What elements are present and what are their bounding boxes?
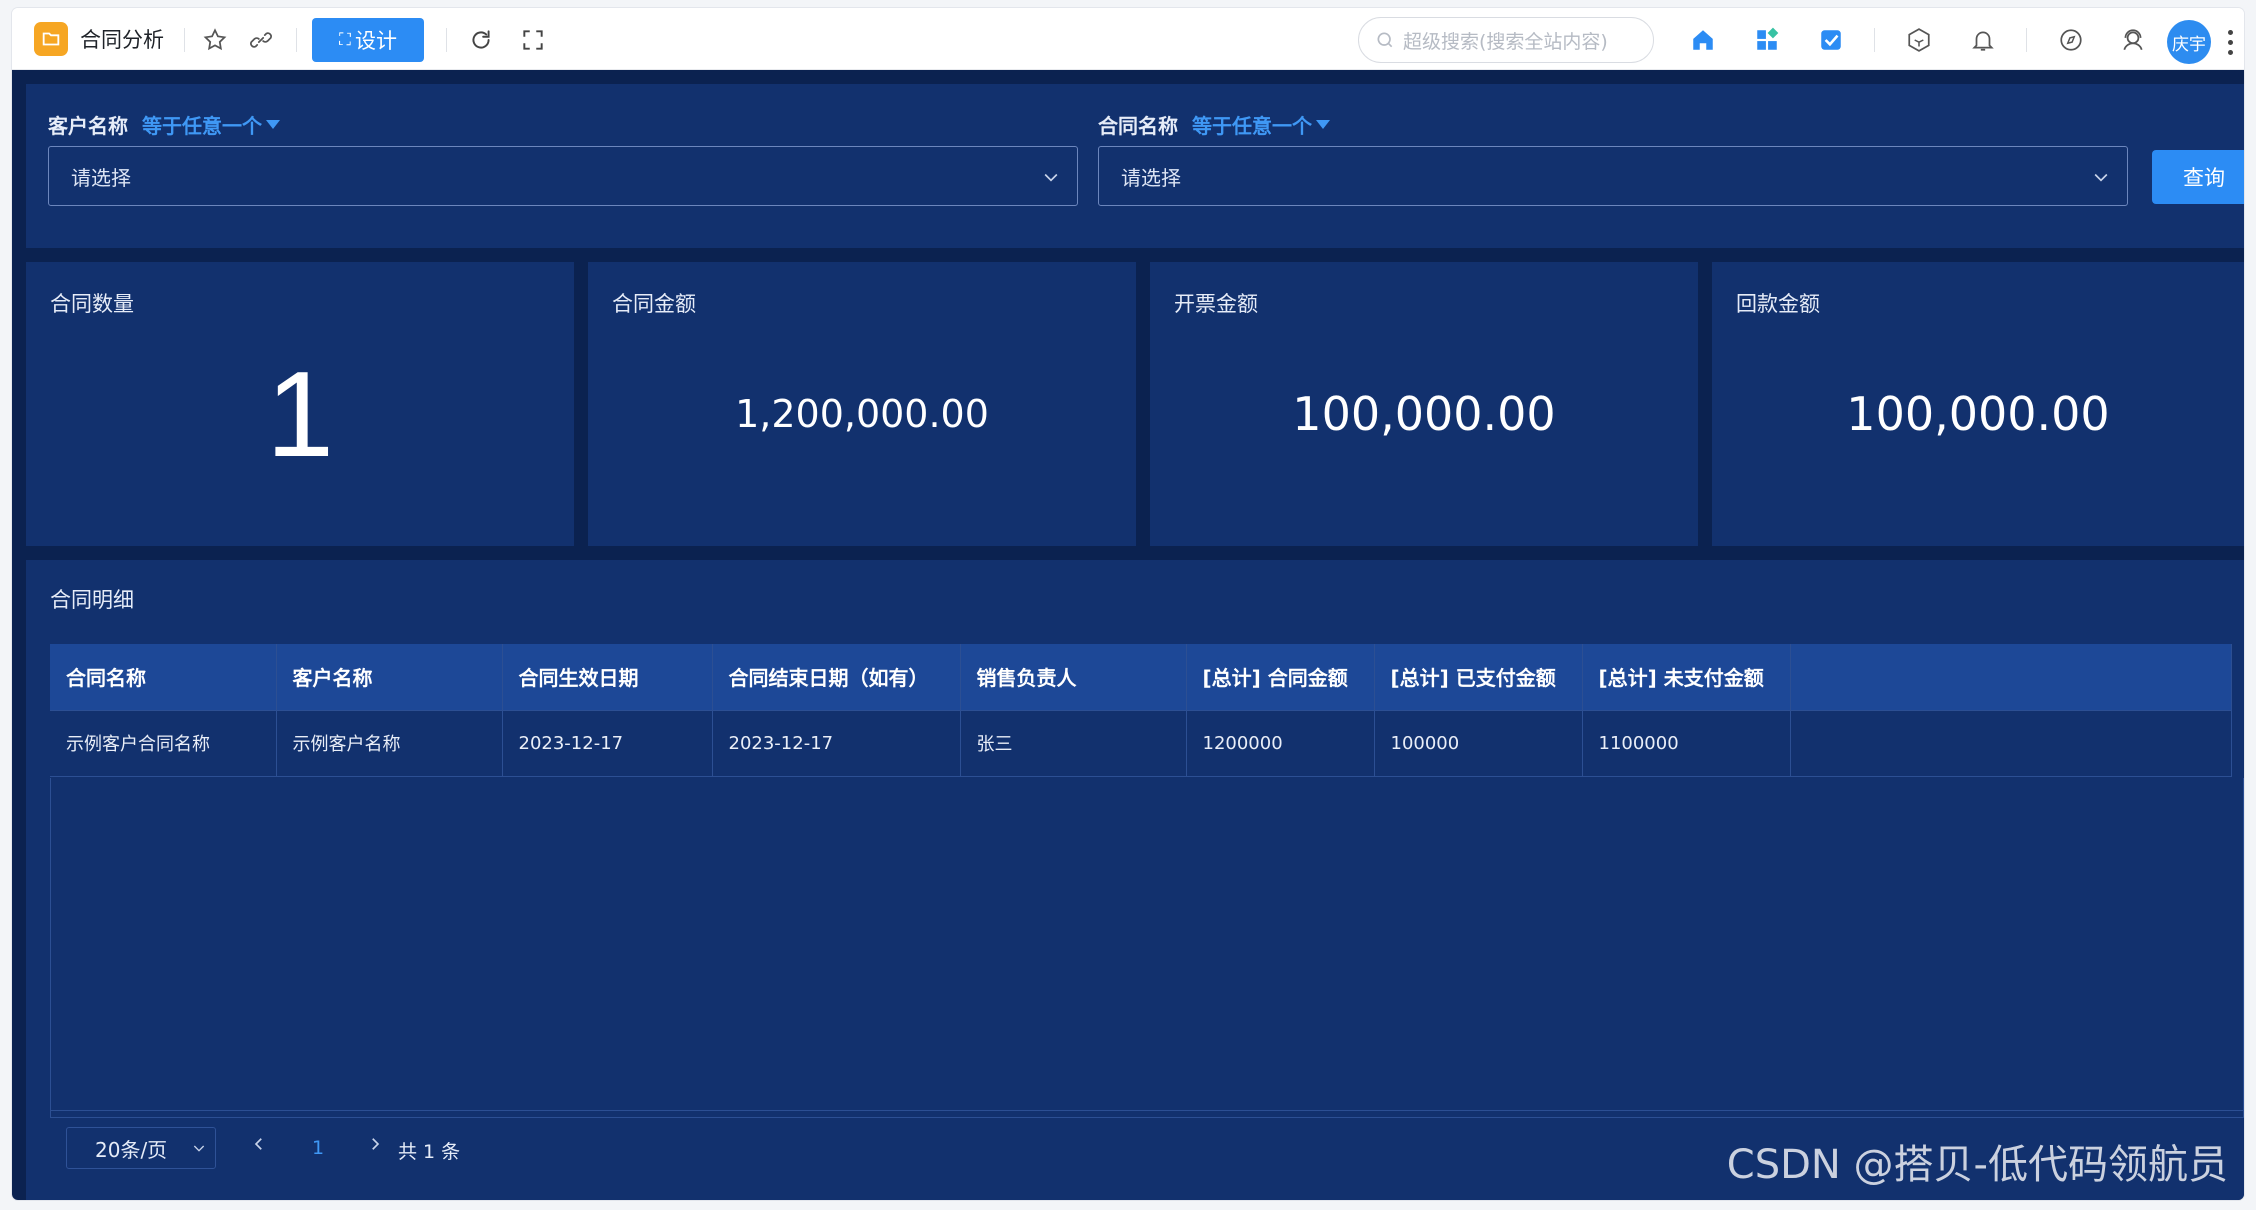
customer-select[interactable]: 请选择 — [48, 146, 1078, 206]
star-icon[interactable] — [198, 23, 232, 57]
table-header-row: 合同名称 客户名称 合同生效日期 合同结束日期（如有） 销售负责人 [总计] 合… — [50, 644, 2232, 710]
prev-page-icon[interactable] — [250, 1135, 268, 1153]
apps-grid-icon[interactable] — [1750, 23, 1784, 57]
user-avatar[interactable]: 庆宇 — [2167, 20, 2211, 64]
support-agent-icon[interactable] — [2116, 23, 2150, 57]
more-menu-icon[interactable] — [2222, 24, 2238, 60]
kpi-invoice-amount: 开票金额 100,000.00 — [1150, 262, 1698, 546]
chevron-down-icon — [193, 1145, 205, 1152]
column-header — [1790, 644, 2232, 710]
column-header[interactable]: [总计] 合同金额 — [1186, 644, 1375, 710]
filter-mode-label: 等于任意一个 — [142, 114, 262, 138]
kpi-contract-amount: 合同金额 1,200,000.00 — [588, 262, 1136, 546]
kpi-value: 1,200,000.00 — [735, 392, 989, 436]
app-folder-icon[interactable] — [34, 22, 68, 56]
watermark: CSDN @搭贝-低代码领航员 — [1726, 1142, 2228, 1188]
chevron-down-icon — [2094, 173, 2108, 182]
table-cell: 示例客户合同名称 — [50, 709, 277, 777]
filter-customer-label: 客户名称 — [48, 114, 128, 138]
home-icon[interactable] — [1686, 23, 1720, 57]
table-cell: 2023-12-17 — [712, 709, 961, 777]
bell-icon[interactable] — [1966, 23, 2000, 57]
table-cell: 1100000 — [1582, 709, 1791, 777]
column-header[interactable]: 合同生效日期 — [502, 644, 713, 710]
filter-customer-mode[interactable]: 等于任意一个 — [142, 110, 280, 139]
next-page-icon[interactable] — [366, 1135, 384, 1153]
column-header[interactable]: 销售负责人 — [960, 644, 1187, 710]
fullscreen-icon[interactable] — [516, 23, 550, 57]
design-button[interactable]: ⛶ 设计 — [312, 18, 424, 62]
page-size-select[interactable]: 20条/页 — [66, 1127, 216, 1169]
refresh-icon[interactable] — [464, 23, 498, 57]
column-header[interactable]: 合同结束日期（如有） — [712, 644, 961, 710]
contract-select-placeholder: 请选择 — [1121, 165, 1181, 190]
todo-check-icon[interactable] — [1814, 23, 1848, 57]
table-cell: 1200000 — [1186, 709, 1375, 777]
search-icon — [1377, 32, 1393, 48]
total-count: 共 1 条 — [398, 1141, 461, 1163]
kpi-value: 100,000.00 — [1846, 387, 2110, 441]
page-size-label: 20条/页 — [95, 1137, 168, 1162]
table-cell: 2023-12-17 — [502, 709, 713, 777]
caret-down-icon — [1316, 120, 1330, 129]
app-window: 合同分析 ⛶ 设计 超级搜索(搜索全站内容) 庆宇 客户名称 等于任意一个 请选… — [12, 8, 2244, 1200]
link-icon[interactable] — [244, 23, 278, 57]
query-button[interactable]: 查询 — [2152, 150, 2244, 204]
column-header[interactable]: 合同名称 — [50, 644, 277, 710]
filter-mode-label: 等于任意一个 — [1192, 114, 1312, 138]
column-header[interactable]: [总计] 未支付金额 — [1582, 644, 1791, 710]
filter-contract-mode[interactable]: 等于任意一个 — [1192, 110, 1330, 139]
page-title: 合同分析 — [80, 28, 164, 52]
kpi-value: 1 — [266, 346, 334, 482]
filter-contract: 合同名称 等于任意一个 — [1098, 110, 1330, 139]
customer-select-placeholder: 请选择 — [71, 165, 131, 190]
current-page[interactable]: 1 — [312, 1137, 324, 1159]
design-icon: ⛶ — [339, 30, 351, 50]
contract-table: 合同名称 客户名称 合同生效日期 合同结束日期（如有） 销售负责人 [总计] 合… — [50, 644, 2244, 777]
table-title: 合同明细 — [50, 588, 134, 612]
table-cell: 示例客户名称 — [276, 709, 503, 777]
chevron-down-icon — [1044, 173, 1058, 182]
column-header[interactable]: [总计] 已支付金额 — [1374, 644, 1583, 710]
table-cell — [1790, 709, 2232, 777]
top-toolbar: 合同分析 ⛶ 设计 超级搜索(搜索全站内容) 庆宇 — [12, 8, 2244, 70]
kpi-contract-count: 合同数量 1 — [26, 262, 574, 546]
compass-icon[interactable] — [2054, 23, 2088, 57]
hexagon-icon[interactable] — [1902, 23, 1936, 57]
table-cell: 100000 — [1374, 709, 1583, 777]
table-empty-area — [50, 778, 2244, 1118]
filter-contract-label: 合同名称 — [1098, 114, 1178, 138]
filter-panel: 客户名称 等于任意一个 请选择 合同名称 等于任意一个 请选择 查询 — [26, 84, 2244, 248]
table-row[interactable]: 示例客户合同名称 示例客户名称 2023-12-17 2023-12-17 张三… — [50, 709, 2232, 777]
search-placeholder: 超级搜索(搜索全站内容) — [1403, 30, 1608, 53]
global-search-input[interactable]: 超级搜索(搜索全站内容) — [1358, 17, 1654, 63]
kpi-value: 100,000.00 — [1292, 387, 1556, 441]
table-cell: 张三 — [960, 709, 1187, 777]
column-header[interactable]: 客户名称 — [276, 644, 503, 710]
filter-customer: 客户名称 等于任意一个 — [48, 110, 280, 139]
caret-down-icon — [266, 120, 280, 129]
contract-select[interactable]: 请选择 — [1098, 146, 2128, 206]
kpi-payment-amount: 回款金额 100,000.00 — [1712, 262, 2244, 546]
design-button-label: 设计 — [354, 29, 397, 53]
